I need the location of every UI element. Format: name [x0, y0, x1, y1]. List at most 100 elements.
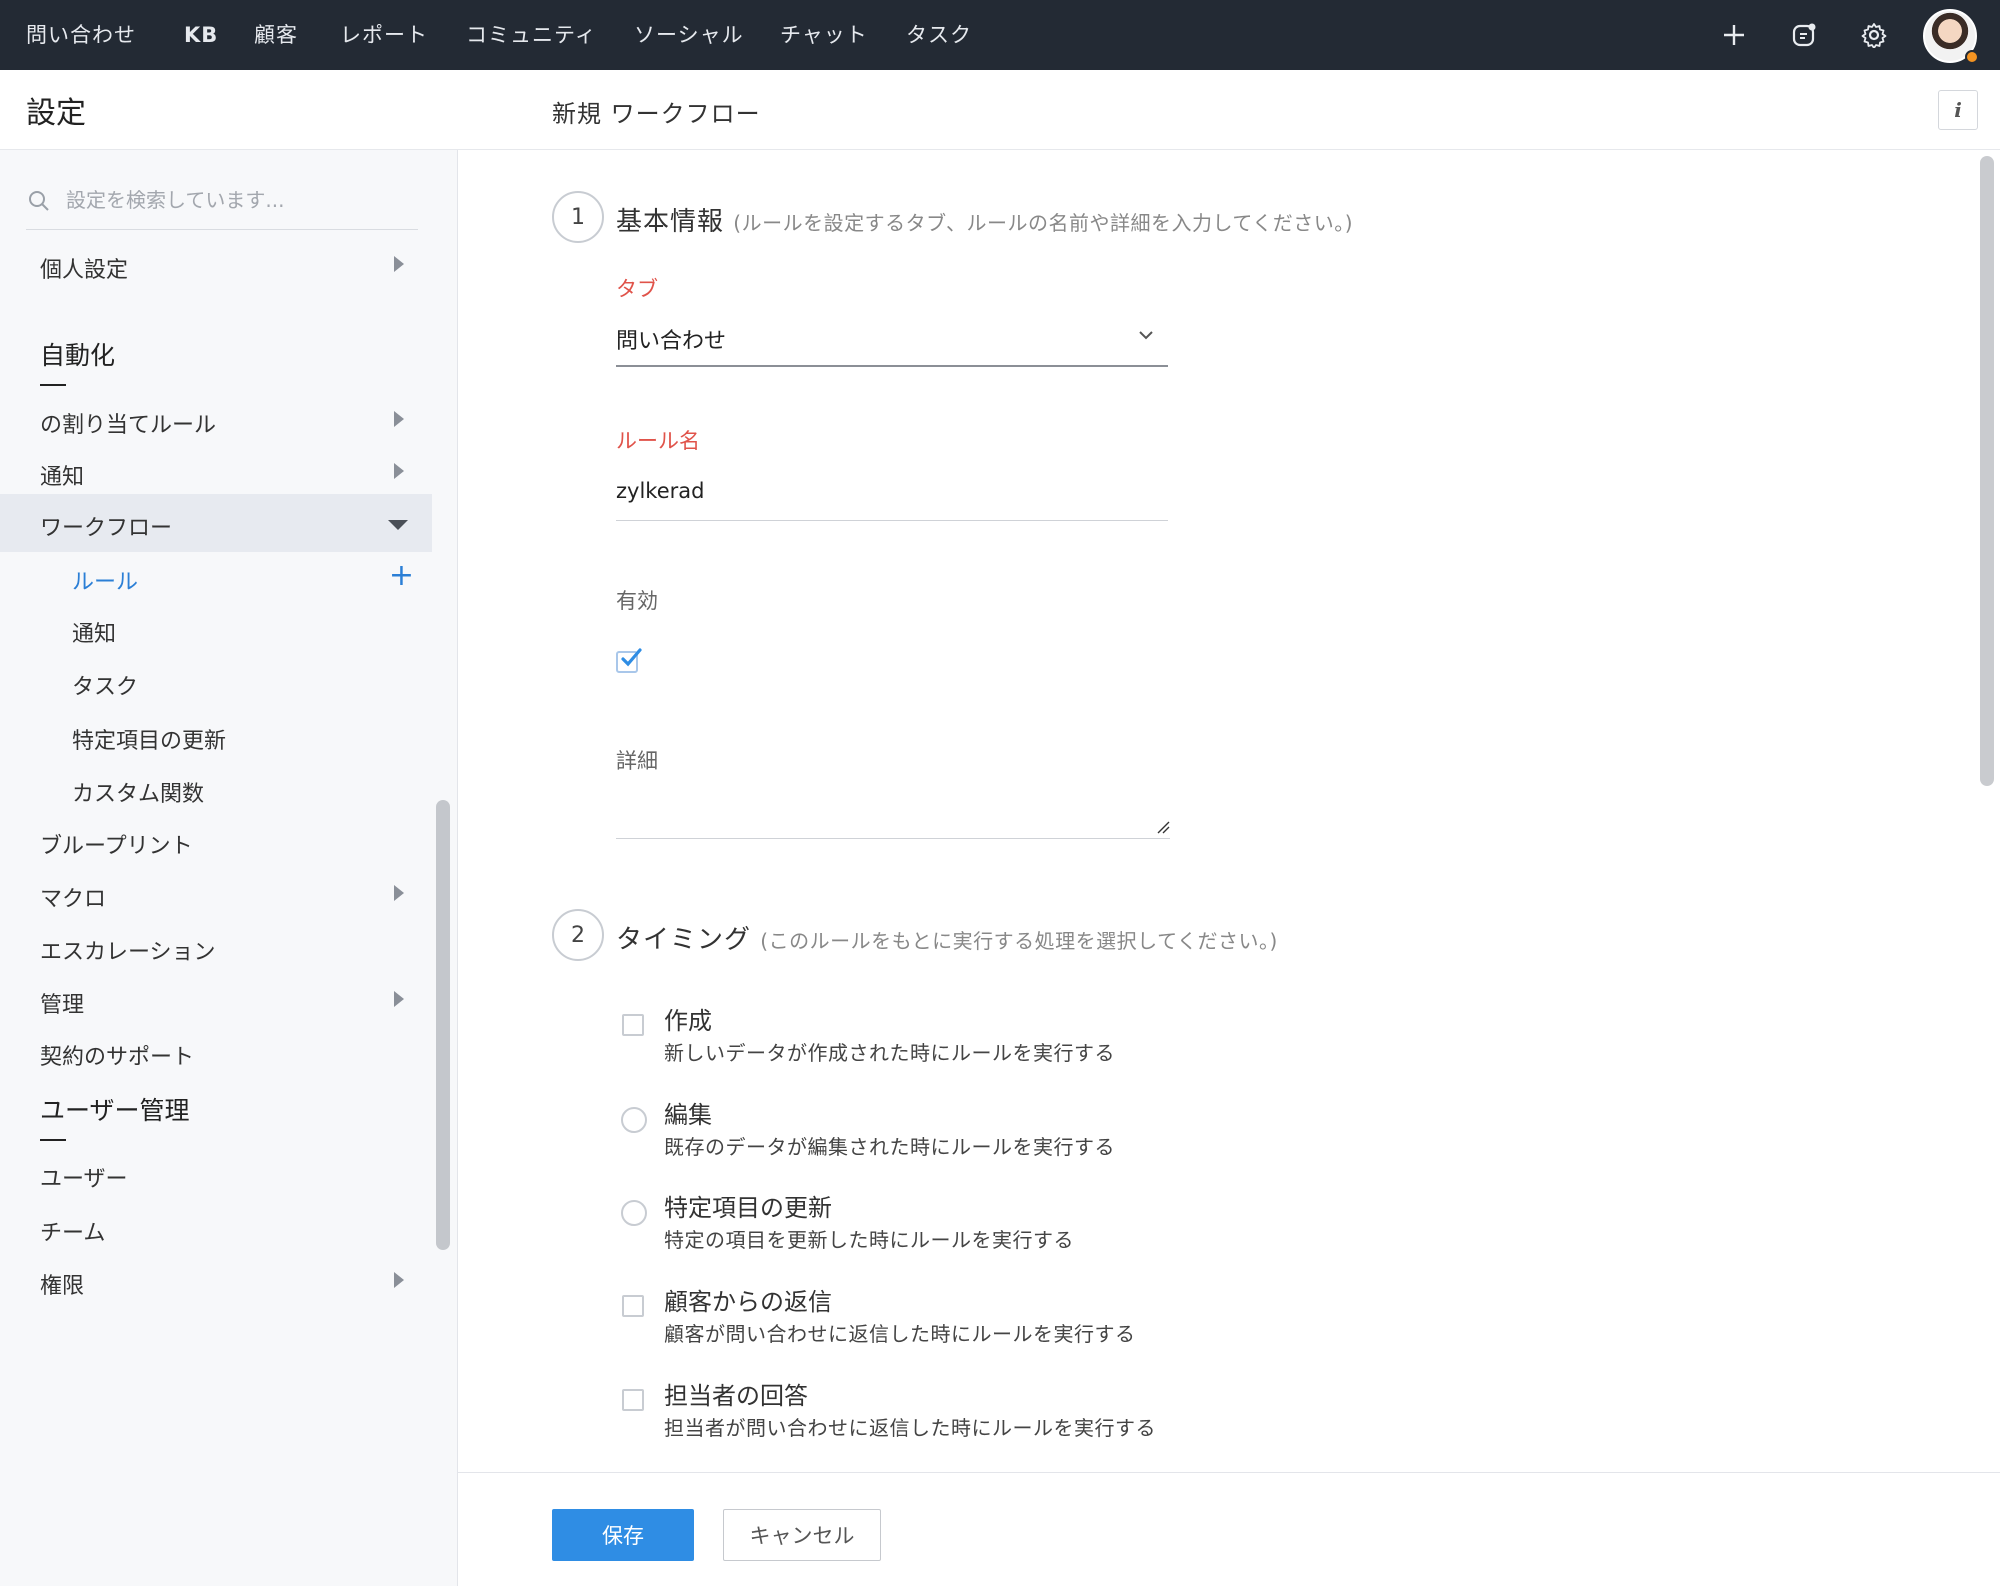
- timing-option-edit[interactable]: 編集 既存のデータが編集された時にルールを実行する: [621, 1095, 1322, 1175]
- sidebar-item-label: 権限: [40, 1274, 85, 1299]
- sidebar-header: 設定: [0, 70, 458, 150]
- nav-tab-kb[interactable]: KB: [184, 0, 218, 70]
- step-hint: (このルールをもとに実行する処理を選択してください。): [760, 929, 1278, 953]
- sidebar-item-label: 通知: [40, 465, 85, 490]
- sidebar-item-workflow[interactable]: ワークフロー: [0, 494, 432, 552]
- create-checkbox[interactable]: [622, 1014, 644, 1036]
- nav-tab-social[interactable]: ソーシャル: [634, 0, 744, 70]
- sidebar-item-label: ワークフロー: [40, 516, 173, 541]
- sidebar-item-label: ブループリント: [40, 834, 193, 859]
- form-footer: 保存 キャンセル: [458, 1472, 2000, 1586]
- step-heading: タイミング: [616, 925, 752, 955]
- step-title: 基本情報 (ルールを設定するタブ、ルールの名前や詳細を入力してください。): [616, 201, 1353, 238]
- nav-tab-chat[interactable]: チャット: [780, 0, 868, 70]
- sidebar-item-users[interactable]: ユーザー: [0, 1145, 432, 1203]
- chevron-right-icon: [394, 1272, 404, 1288]
- nav-tab-tickets[interactable]: 問い合わせ: [26, 0, 136, 70]
- rule-name-field: [616, 465, 1168, 521]
- step-number: 2: [552, 909, 604, 961]
- add-rule-icon[interactable]: +: [389, 558, 414, 594]
- sidebar-item-label: カスタム関数: [72, 782, 205, 807]
- nav-tab-reports[interactable]: レポート: [340, 0, 428, 70]
- chevron-right-icon: [394, 885, 404, 901]
- field-update-radio[interactable]: [621, 1200, 647, 1226]
- rule-name-input[interactable]: [616, 473, 1156, 509]
- sidebar-item-contract-support[interactable]: 契約のサポート: [0, 1023, 432, 1081]
- chevron-down-icon: [388, 520, 408, 530]
- detail-label: 詳細: [616, 749, 658, 773]
- sidebar-item-label: マクロ: [40, 887, 107, 912]
- workflow-form: 1 基本情報 (ルールを設定するタブ、ルールの名前や詳細を入力してください。) …: [458, 151, 2000, 1471]
- active-label: 有効: [616, 589, 658, 613]
- detail-textarea[interactable]: [616, 791, 1170, 839]
- cancel-button[interactable]: キャンセル: [723, 1509, 881, 1561]
- option-description: 既存のデータが編集された時にルールを実行する: [664, 1135, 1115, 1159]
- sidebar-item-label: エスカレーション: [40, 940, 216, 965]
- nav-tab-tasks[interactable]: タスク: [906, 0, 972, 70]
- tab-select-value: 問い合わせ: [616, 329, 727, 354]
- sidebar-item-macros[interactable]: マクロ: [0, 865, 432, 923]
- sidebar-menu: 個人設定 自動化 の割り当てルール 通知 ワークフロー ルール + 通知 タスク…: [0, 236, 432, 1586]
- sidebar-item-tasks[interactable]: タスク: [0, 653, 432, 711]
- timing-option-create[interactable]: 作成 新しいデータが作成された時にルールを実行する: [622, 1001, 1322, 1081]
- option-description: 新しいデータが作成された時にルールを実行する: [664, 1041, 1115, 1065]
- sidebar-item-label: チーム: [40, 1221, 106, 1246]
- sidebar-scrollbar[interactable]: [436, 800, 450, 1250]
- main-scrollbar[interactable]: [1980, 156, 1994, 786]
- info-button[interactable]: i: [1938, 90, 1978, 130]
- tab-field-label: タブ: [616, 277, 658, 301]
- agent-reply-checkbox[interactable]: [622, 1389, 644, 1411]
- timing-option-customer-reply[interactable]: 顧客からの返信 顧客が問い合わせに返信した時にルールを実行する: [622, 1282, 1322, 1362]
- step-title: タイミング (このルールをもとに実行する処理を選択してください。): [616, 919, 1278, 956]
- sidebar-item-permissions[interactable]: 権限: [0, 1252, 432, 1310]
- page-title: 新規 ワークフロー: [552, 100, 761, 128]
- active-checkbox[interactable]: [616, 648, 642, 673]
- option-title: 編集: [664, 1101, 712, 1129]
- sidebar-item-personal-settings[interactable]: 個人設定: [0, 236, 432, 294]
- sidebar-item-notifications[interactable]: 通知: [0, 443, 432, 501]
- settings-search-input[interactable]: [66, 182, 406, 218]
- nav-tab-community[interactable]: コミュニティ: [466, 0, 597, 70]
- tab-select[interactable]: 問い合わせ: [616, 311, 1168, 367]
- option-title: 担当者の回答: [664, 1382, 808, 1410]
- option-title: 作成: [664, 1007, 712, 1035]
- option-description: 顧客が問い合わせに返信した時にルールを実行する: [664, 1322, 1136, 1346]
- sidebar-item-custom-functions[interactable]: カスタム関数: [0, 760, 432, 818]
- sidebar-item-field-updates[interactable]: 特定項目の更新: [0, 707, 432, 765]
- nav-tab-customers[interactable]: 顧客: [254, 0, 298, 70]
- chevron-down-icon: [1136, 325, 1156, 349]
- sidebar-item-blueprint[interactable]: ブループリント: [0, 812, 432, 870]
- step-heading: 基本情報: [616, 207, 725, 237]
- feedback-icon[interactable]: [1783, 14, 1825, 56]
- save-button[interactable]: 保存: [552, 1509, 694, 1561]
- resize-grip-icon[interactable]: [1156, 819, 1170, 838]
- sidebar-item-assignment-rules[interactable]: の割り当てルール: [0, 391, 432, 449]
- sidebar-item-label: ユーザー: [40, 1167, 128, 1192]
- sidebar-item-rules[interactable]: ルール +: [0, 548, 432, 606]
- top-navigation-bar: 問い合わせ KB 顧客 レポート コミュニティ ソーシャル チャット タスク: [0, 0, 2000, 70]
- sidebar-item-workflow-notifications[interactable]: 通知: [0, 600, 432, 658]
- sidebar-item-escalation[interactable]: エスカレーション: [0, 918, 432, 976]
- sidebar-item-label: ルール: [72, 570, 139, 595]
- option-description: 特定の項目を更新した時にルールを実行する: [664, 1228, 1074, 1252]
- settings-sidebar: 設定 個人設定 自動化 の割り当てルール 通知 ワークフロー ルール +: [0, 70, 458, 1586]
- plus-icon[interactable]: [1713, 14, 1755, 56]
- timing-option-field-update[interactable]: 特定項目の更新 特定の項目を更新した時にルールを実行する: [621, 1188, 1322, 1268]
- sidebar-item-teams[interactable]: チーム: [0, 1199, 432, 1257]
- sidebar-item-label: 管理: [40, 993, 85, 1018]
- sidebar-item-label: 特定項目の更新: [72, 729, 227, 754]
- edit-radio[interactable]: [621, 1107, 647, 1133]
- section-heading-automation: 自動化: [40, 336, 115, 386]
- chevron-right-icon: [394, 411, 404, 427]
- search-icon: [28, 190, 50, 216]
- main-header: 新規 ワークフロー i: [458, 70, 2000, 150]
- chevron-right-icon: [394, 256, 404, 272]
- timing-option-agent-reply[interactable]: 担当者の回答 担当者が問い合わせに返信した時にルールを実行する: [622, 1376, 1322, 1456]
- sidebar-item-label: タスク: [72, 675, 139, 700]
- sidebar-title: 設定: [26, 96, 86, 131]
- chevron-right-icon: [394, 463, 404, 479]
- customer-reply-checkbox[interactable]: [622, 1295, 644, 1317]
- option-title: 特定項目の更新: [664, 1194, 832, 1222]
- gear-icon[interactable]: [1853, 14, 1895, 56]
- sidebar-item-management[interactable]: 管理: [0, 971, 432, 1029]
